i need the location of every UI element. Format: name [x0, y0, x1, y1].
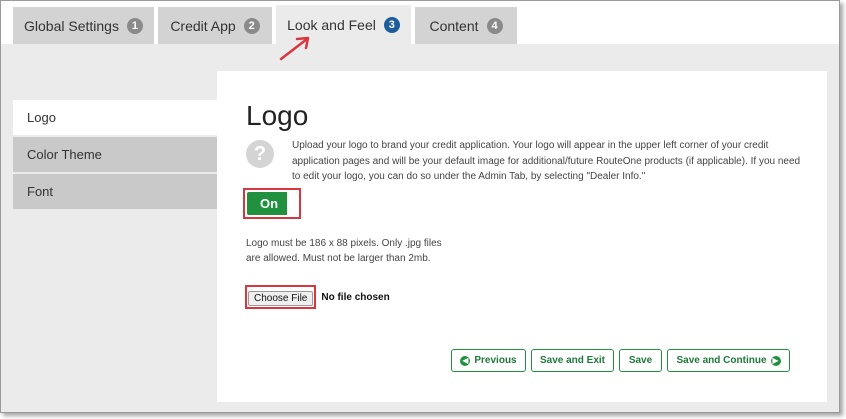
save-and-continue-button[interactable]: Save and Continue ▶ [667, 349, 790, 372]
step-badge: 2 [243, 17, 260, 34]
tab-bar: Global Settings 1 Credit App 2 Look and … [1, 1, 839, 44]
save-button[interactable]: Save [619, 349, 662, 372]
annotation-arrow-icon [279, 36, 310, 61]
toggle-highlight: On [243, 188, 301, 219]
tab-label: Look and Feel [287, 16, 376, 33]
sidebar-item-label: Font [27, 184, 54, 199]
sidebar-item-logo[interactable]: Logo [13, 100, 218, 135]
step-badge: 1 [126, 17, 143, 34]
toggle-label: On [260, 196, 279, 211]
save-and-exit-button[interactable]: Save and Exit [531, 349, 614, 372]
logo-toggle[interactable]: On [247, 192, 297, 215]
step-badge: 3 [383, 16, 400, 33]
sidebar-item-font[interactable]: Font [13, 174, 218, 209]
previous-label: Previous [474, 355, 517, 366]
save-and-exit-label: Save and Exit [539, 355, 606, 366]
window: Global Settings 1 Credit App 2 Look and … [0, 0, 840, 413]
file-upload-row: Choose File No file chosen [245, 285, 390, 309]
action-buttons: ◀ Previous Save and Exit Save Save and C… [451, 349, 795, 372]
file-status: No file chosen [321, 291, 390, 303]
tab-label: Content [429, 17, 479, 34]
choose-file-button[interactable]: Choose File [248, 291, 314, 306]
logo-description: Upload your logo to brand your credit ap… [292, 140, 801, 182]
sidebar: Logo Color Theme Font [13, 100, 218, 211]
sidebar-item-color-theme[interactable]: Color Theme [13, 137, 218, 172]
step-badge: 4 [486, 17, 503, 34]
file-button-highlight: Choose File [245, 285, 317, 309]
question-circle-icon: ? [246, 140, 274, 168]
sidebar-item-label: Logo [27, 110, 56, 125]
logo-requirements: Logo must be 186 x 88 pixels. Only .jpg … [246, 238, 442, 264]
sidebar-item-label: Color Theme [27, 147, 102, 162]
tab-label: Global Settings [24, 17, 119, 34]
tab-label: Credit App [170, 17, 236, 34]
logo-panel: Logo ? Upload your logo to brand your cr… [217, 71, 827, 402]
arrow-left-circle-icon: ◀ [460, 355, 471, 366]
tab-credit-app[interactable]: Credit App 2 [158, 7, 272, 44]
save-label: Save [628, 355, 653, 366]
previous-button[interactable]: ◀ Previous [451, 349, 526, 372]
tab-global-settings[interactable]: Global Settings 1 [13, 7, 154, 44]
tab-content[interactable]: Content 4 [415, 7, 517, 44]
toggle-knob [287, 192, 297, 215]
arrow-right-circle-icon: ▶ [770, 355, 781, 366]
page-title: Logo [246, 100, 309, 131]
settings-content-area: Logo Color Theme Font Logo ? Upload your… [1, 44, 839, 412]
save-and-continue-label: Save and Continue [676, 355, 767, 366]
